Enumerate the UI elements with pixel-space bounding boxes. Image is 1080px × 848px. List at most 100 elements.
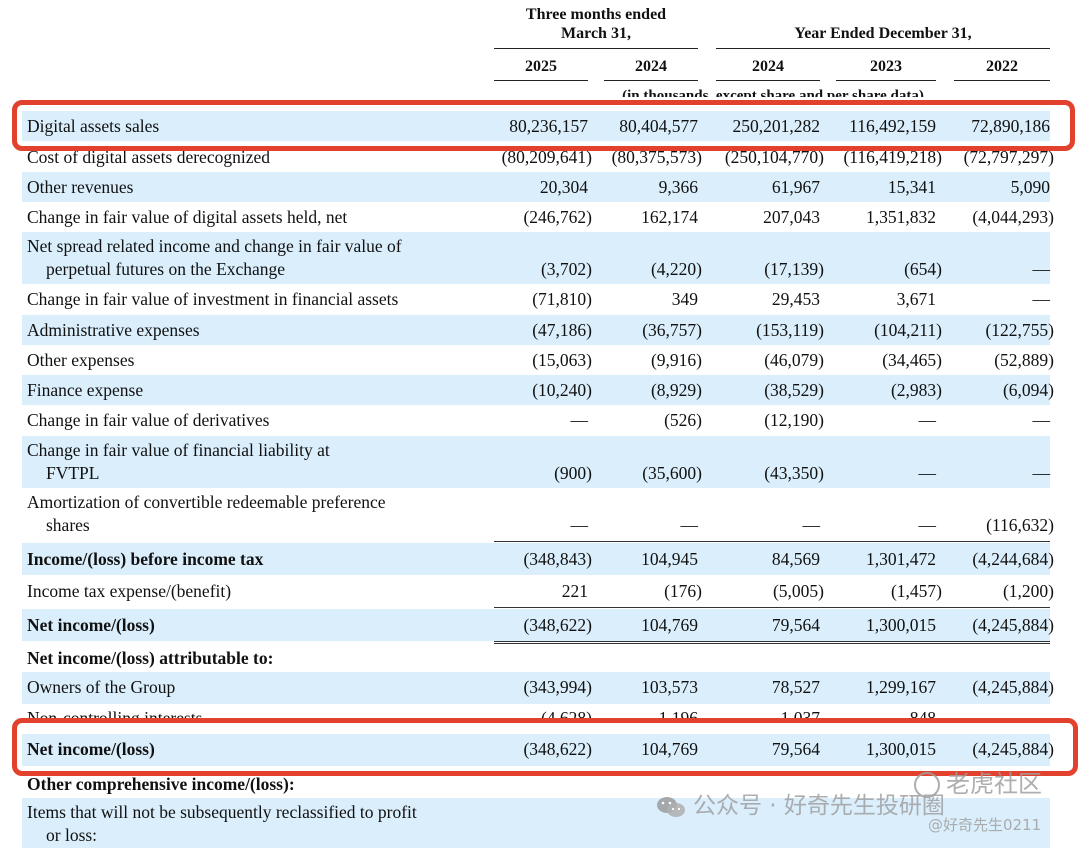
row-label: Change in fair value of financial liabil… bbox=[27, 440, 330, 483]
section-heading: Net income/(loss) attributable to: bbox=[27, 648, 274, 668]
row-label: Owners of the Group bbox=[27, 677, 176, 697]
value-cell: — bbox=[918, 515, 937, 535]
subtotal-rule bbox=[494, 607, 1050, 608]
value-cell: (43,350) bbox=[764, 463, 824, 483]
header-rule-group2 bbox=[716, 48, 1050, 49]
value-cell: (348,622) bbox=[523, 615, 592, 635]
value-cell: 61,967 bbox=[771, 177, 820, 197]
row-label: Change in fair value of investment in fi… bbox=[27, 289, 399, 309]
value-cell: 5,090 bbox=[1010, 177, 1050, 197]
value-cell: (46,079) bbox=[764, 350, 824, 370]
value-cell: (654) bbox=[904, 259, 942, 279]
year-header-2025: 2025 bbox=[525, 58, 557, 75]
value-cell: — bbox=[570, 410, 589, 430]
value-cell: — bbox=[918, 410, 937, 430]
value-cell: (3,702) bbox=[540, 259, 592, 279]
value-cell: (348,843) bbox=[523, 549, 592, 569]
year-header-2022: 2022 bbox=[986, 58, 1018, 75]
tiger-logo-icon bbox=[914, 772, 940, 798]
value-cell: — bbox=[802, 515, 821, 535]
value-cell: 79,564 bbox=[771, 615, 820, 635]
row-label: Other revenues bbox=[27, 177, 134, 197]
table-row: Income/(loss) before income tax (348,843… bbox=[22, 543, 1054, 575]
value-cell: (4,244,684) bbox=[972, 549, 1054, 569]
year-rule-4 bbox=[836, 80, 936, 81]
year-header-2024: 2024 bbox=[752, 58, 784, 75]
row-label: Income tax expense/(benefit) bbox=[27, 581, 232, 601]
value-cell: (17,139) bbox=[764, 259, 824, 279]
table-row: Net spread related income and change in … bbox=[22, 232, 1050, 284]
value-cell: 3,671 bbox=[896, 289, 936, 309]
value-cell: — bbox=[1032, 289, 1051, 309]
value-cell: 78,527 bbox=[771, 677, 820, 697]
value-cell: 104,769 bbox=[641, 615, 698, 635]
value-cell: (5,005) bbox=[772, 581, 824, 601]
wechat-icon bbox=[655, 795, 687, 819]
row-label: Net income/(loss) bbox=[27, 615, 155, 635]
table-row: Owners of the Group (343,994) 103,573 78… bbox=[22, 672, 1054, 704]
year-rule-5 bbox=[954, 80, 1050, 81]
value-cell: (4,245,884) bbox=[972, 677, 1054, 697]
value-cell: 1,351,832 bbox=[866, 207, 936, 227]
table-row: Amortization of convertible redeemable p… bbox=[22, 488, 1054, 540]
value-cell: 104,945 bbox=[641, 549, 698, 569]
table-row: Income tax expense/(benefit) 221 (176) (… bbox=[22, 576, 1054, 606]
value-cell: (8,929) bbox=[650, 380, 702, 400]
year-rule-1 bbox=[494, 80, 588, 81]
value-cell: 29,453 bbox=[771, 289, 820, 309]
watermark-tiger: 老虎社区 bbox=[914, 764, 1042, 799]
value-cell: (4,044,293) bbox=[972, 207, 1054, 227]
value-cell: (12,190) bbox=[764, 410, 824, 430]
value-cell: (34,465) bbox=[882, 350, 942, 370]
row-label: Net spread related income and change in … bbox=[27, 236, 402, 279]
table-row: Net income/(loss) (348,622) 104,769 79,5… bbox=[22, 609, 1054, 641]
year-rule-3 bbox=[716, 80, 820, 81]
table-row: Change in fair value of derivatives — (5… bbox=[22, 405, 1050, 435]
table-row: Finance expense (10,240) (8,929) (38,529… bbox=[22, 375, 1054, 405]
value-cell: (52,889) bbox=[994, 350, 1054, 370]
value-cell: — bbox=[680, 515, 699, 535]
value-cell: (526) bbox=[664, 410, 702, 430]
value-cell: (10,240) bbox=[532, 380, 592, 400]
value-cell: 103,573 bbox=[641, 677, 698, 697]
header-three-months: Three months ended March 31, bbox=[525, 6, 667, 42]
table-row: Other revenues 20,304 9,366 61,967 15,34… bbox=[22, 172, 1050, 202]
watermark-left-text: 公众号 · 好奇先生投研圈 bbox=[693, 793, 945, 819]
value-cell: (2,983) bbox=[890, 380, 942, 400]
value-cell: 84,569 bbox=[771, 549, 820, 569]
table-row: Net income/(loss) attributable to: bbox=[22, 644, 1050, 672]
value-cell: (71,810) bbox=[532, 289, 592, 309]
value-cell: (35,600) bbox=[642, 463, 702, 483]
value-cell: (900) bbox=[554, 463, 592, 483]
watermark-handle: @好奇先生0211 bbox=[928, 816, 1042, 834]
value-cell: (47,186) bbox=[532, 320, 592, 340]
row-label: Administrative expenses bbox=[27, 320, 200, 340]
value-cell: (122,755) bbox=[985, 320, 1054, 340]
table-row: Administrative expenses (47,186) (36,757… bbox=[22, 315, 1054, 345]
row-label: Change in fair value of digital assets h… bbox=[27, 207, 348, 227]
table-row: Other expenses (15,063) (9,916) (46,079)… bbox=[22, 345, 1054, 375]
value-cell: — bbox=[1032, 259, 1051, 279]
value-cell: 349 bbox=[671, 289, 698, 309]
value-cell: — bbox=[1032, 410, 1051, 430]
section-heading: Other comprehensive income/(loss): bbox=[27, 774, 295, 794]
value-cell: 1,299,167 bbox=[866, 677, 936, 697]
value-cell: 207,043 bbox=[763, 207, 820, 227]
highlight-box-sales bbox=[12, 100, 1075, 151]
value-cell: (36,757) bbox=[642, 320, 702, 340]
year-header-2024-q: 2024 bbox=[635, 58, 667, 75]
value-cell: 221 bbox=[561, 581, 588, 601]
row-label: Amortization of convertible redeemable p… bbox=[27, 492, 386, 535]
value-cell: 1,300,015 bbox=[866, 615, 936, 635]
watermark-right-text: 老虎社区 bbox=[946, 770, 1042, 798]
value-cell: — bbox=[1032, 463, 1051, 483]
row-label: Other expenses bbox=[27, 350, 135, 370]
subtotal-rule bbox=[494, 541, 1050, 542]
value-cell: (4,220) bbox=[650, 259, 702, 279]
value-cell: (15,063) bbox=[532, 350, 592, 370]
table-row: Change in fair value of digital assets h… bbox=[22, 202, 1054, 232]
value-cell: (1,457) bbox=[890, 581, 942, 601]
value-cell: (38,529) bbox=[764, 380, 824, 400]
watermark-wechat: 公众号 · 好奇先生投研圈 bbox=[655, 786, 945, 820]
value-cell: (104,211) bbox=[874, 320, 942, 340]
